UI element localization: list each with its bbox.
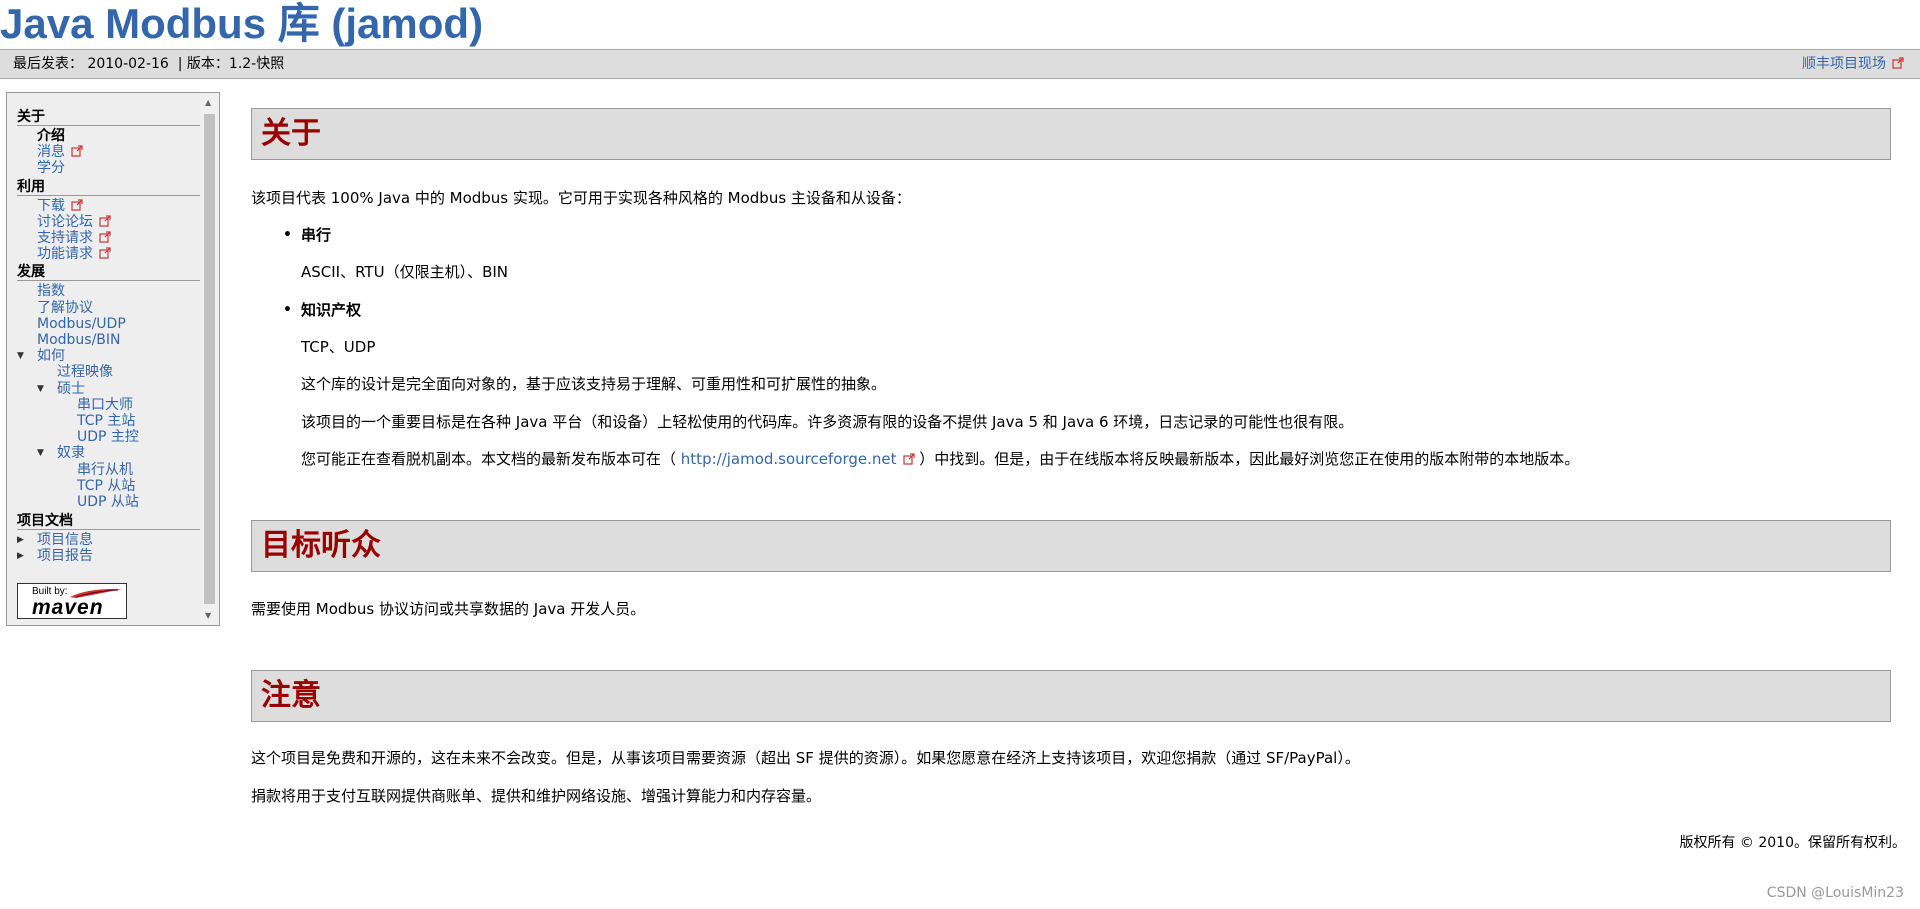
external-link-icon bbox=[71, 145, 83, 157]
nav-item-howto[interactable]: 如何 bbox=[37, 348, 65, 364]
external-link-icon bbox=[902, 453, 915, 465]
nav-item-tcp-master[interactable]: TCP 主站 bbox=[77, 413, 135, 429]
triangle-right-icon[interactable]: ▶ bbox=[17, 532, 24, 548]
offline-text: 您可能正在查看脱机副本。本文档的最新发布版本可在（ http://jamod.s… bbox=[301, 449, 1579, 469]
project-site-link[interactable]: 顺丰项目现场 bbox=[1802, 56, 1886, 72]
design-text: 这个库的设计是完全面向对象的，基于应该支持易于理解、可重用性和可扩展性的抽象。 bbox=[301, 375, 887, 393]
nav-menu: 关于 介绍 消息 学分 利用 下载 讨论论坛 支持请求 功能请求 发展 指数 了… bbox=[17, 109, 200, 565]
external-link-icon bbox=[99, 215, 111, 227]
note-text-1: 这个项目是免费和开源的，这在未来不会改变。但是，从事该项目需要资源（超出 SF … bbox=[251, 749, 1360, 767]
copyright: 版权所有 © 2010。保留所有权利。 bbox=[1679, 835, 1906, 851]
nav-item-project-reports[interactable]: 项目报告 bbox=[37, 548, 93, 564]
audience-text: 需要使用 Modbus 协议访问或共享数据的 Java 开发人员。 bbox=[251, 600, 646, 618]
published-label: 最后发表： bbox=[13, 56, 83, 72]
external-link-icon bbox=[99, 247, 111, 259]
nav-item-slave[interactable]: 奴隶 bbox=[57, 445, 85, 461]
section-title-about: 关于 bbox=[261, 116, 321, 151]
jamod-site-link[interactable]: http://jamod.sourceforge.net bbox=[681, 450, 897, 468]
section-title-audience: 目标听众 bbox=[261, 528, 381, 563]
bullet-ip: 知识产权 bbox=[283, 300, 361, 320]
nav-heading-about: 关于 bbox=[17, 109, 200, 126]
offline-before: 您可能正在查看脱机副本。本文档的最新发布版本可在（ bbox=[301, 450, 677, 468]
nav-item-project-info[interactable]: 项目信息 bbox=[37, 532, 93, 548]
triangle-right-icon[interactable]: ▶ bbox=[17, 548, 24, 564]
publish-info: 最后发表： 2010-02-16 | 版本：1.2-快照 bbox=[13, 50, 284, 78]
maven-logo-text: maven bbox=[32, 596, 104, 619]
nav-item-protocol[interactable]: 了解协议 bbox=[37, 300, 93, 316]
nav-item-feature[interactable]: 功能请求 bbox=[37, 246, 93, 262]
triangle-down-icon[interactable]: ▼ bbox=[37, 445, 44, 461]
nav-item-modbus-udp[interactable]: Modbus/UDP bbox=[37, 316, 126, 332]
nav-heading-dev: 发展 bbox=[17, 264, 200, 282]
sidebar-scrollbar[interactable]: ▲ ▼ bbox=[201, 94, 218, 624]
section-header-about: 关于 bbox=[251, 108, 1891, 160]
version-value: 1.2-快照 bbox=[228, 56, 285, 72]
nav-item-tcp-slave[interactable]: TCP 从站 bbox=[77, 478, 135, 494]
published-date: 2010-02-16 bbox=[87, 56, 169, 72]
external-link-icon bbox=[1892, 57, 1904, 69]
goal-text: 该项目的一个重要目标是在各种 Java 平台（和设备）上轻松使用的代码库。许多资… bbox=[301, 413, 1354, 431]
nav-item-forum[interactable]: 讨论论坛 bbox=[37, 214, 93, 230]
nav-item-news[interactable]: 消息 bbox=[37, 144, 65, 160]
external-link-icon bbox=[99, 231, 111, 243]
left-sidebar: 关于 介绍 消息 学分 利用 下载 讨论论坛 支持请求 功能请求 发展 指数 了… bbox=[6, 92, 220, 626]
watermark: CSDN @LouisMin23 bbox=[1766, 885, 1904, 901]
bullet-serial: 串行 bbox=[283, 225, 331, 245]
section-title-note: 注意 bbox=[261, 678, 321, 713]
bullet-ip-desc: TCP、UDP bbox=[301, 338, 376, 356]
offline-after: ）中找到。但是，由于在线版本将反映最新版本，因此最好浏览您正在使用的版本附带的本… bbox=[919, 450, 1580, 468]
nav-item-modbus-bin[interactable]: Modbus/BIN bbox=[37, 332, 121, 348]
nav-item-serial-master[interactable]: 串口大师 bbox=[77, 397, 133, 413]
note-text-2: 捐款将用于支付互联网提供商账单、提供和维护网络设施、增强计算能力和内存容量。 bbox=[251, 787, 822, 805]
nav-item-process-image[interactable]: 过程映像 bbox=[57, 364, 113, 380]
maven-badge[interactable]: Built by: maven bbox=[17, 583, 127, 619]
nav-item-master[interactable]: 硕士 bbox=[57, 381, 85, 397]
nav-item-download[interactable]: 下载 bbox=[37, 198, 65, 214]
nav-item-support[interactable]: 支持请求 bbox=[37, 230, 93, 246]
site-title[interactable]: Java Modbus 库 (jamod) bbox=[0, 0, 483, 48]
nav-item-intro: 介绍 bbox=[37, 128, 65, 144]
bullet-serial-desc: ASCII、RTU（仅限主机）、BIN bbox=[301, 263, 509, 281]
scroll-down-icon[interactable]: ▼ bbox=[205, 611, 211, 620]
external-link-icon bbox=[71, 199, 83, 211]
nav-item-index[interactable]: 指数 bbox=[37, 283, 65, 299]
nav-item-serial-slave[interactable]: 串行从机 bbox=[77, 462, 133, 478]
about-intro: 该项目代表 100% Java 中的 Modbus 实现。它可用于实现各种风格的… bbox=[251, 189, 911, 207]
breadcrumb-bar: 最后发表： 2010-02-16 | 版本：1.2-快照 顺丰项目现场 bbox=[0, 49, 1920, 79]
nav-item-credits[interactable]: 学分 bbox=[37, 160, 65, 176]
nav-item-udp-slave[interactable]: UDP 从站 bbox=[77, 494, 139, 510]
section-header-audience: 目标听众 bbox=[251, 520, 1891, 572]
triangle-down-icon[interactable]: ▼ bbox=[37, 381, 44, 397]
scrollbar-thumb[interactable] bbox=[204, 114, 215, 604]
nav-heading-use: 利用 bbox=[17, 179, 200, 196]
scroll-up-icon[interactable]: ▲ bbox=[205, 98, 211, 107]
section-header-note: 注意 bbox=[251, 670, 1891, 722]
nav-heading-docs: 项目文档 bbox=[17, 513, 200, 531]
triangle-down-icon[interactable]: ▼ bbox=[17, 348, 24, 364]
nav-item-udp-master[interactable]: UDP 主控 bbox=[77, 429, 139, 445]
version-label: | 版本： bbox=[177, 56, 229, 72]
